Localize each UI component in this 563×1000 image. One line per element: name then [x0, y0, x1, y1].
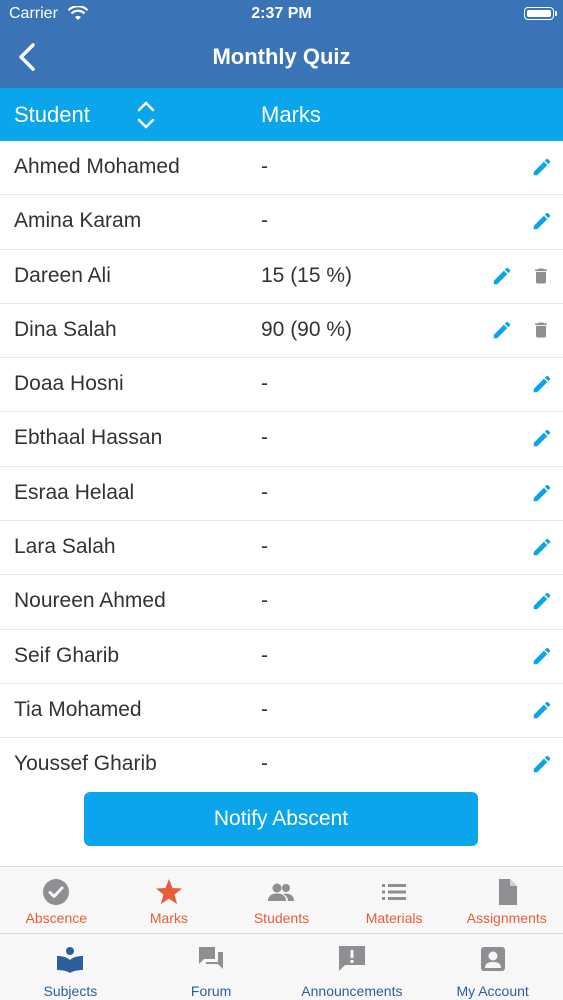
column-header-marks: Marks [261, 102, 321, 127]
tab-students[interactable]: Students [225, 867, 338, 933]
student-name: Ahmed Mohamed [14, 155, 180, 178]
star-icon [154, 877, 184, 907]
tab-abscence[interactable]: Abscence [0, 867, 113, 933]
table-row: Ebthaal Hassan - [0, 412, 563, 467]
edit-pencil-icon[interactable] [531, 427, 553, 449]
student-name: Ebthaal Hassan [14, 426, 163, 450]
table-row: Dareen Ali 15 (15 %) [0, 250, 563, 304]
tab-announcements[interactable]: Announcements [282, 934, 423, 1000]
table-row: Doaa Hosni - [0, 358, 563, 413]
student-list: Ahmed Mohamed - Amina Karam - Dareen Ali 15 (… [0, 141, 563, 793]
student-mark: - [261, 589, 268, 613]
chat-icon [196, 944, 226, 974]
student-mark: - [261, 155, 268, 178]
student-mark: - [261, 209, 268, 233]
tab-label: Students [253, 910, 310, 926]
table-row: Dina Salah 90 (90 %) [0, 304, 563, 359]
table-row: Amina Karam - [0, 195, 563, 250]
tab-label: Materials [365, 910, 423, 926]
people-icon [266, 877, 296, 907]
student-name: Seif Gharib [14, 643, 120, 667]
table-row: Lara Salah - [0, 521, 563, 576]
tab-label: Forum [190, 983, 232, 999]
table-header: Student Marks [0, 88, 563, 141]
book-icon [55, 944, 85, 974]
account-icon [478, 944, 508, 974]
page-title: Monthly Quiz [212, 44, 351, 69]
table-row: Seif Gharib - [0, 630, 563, 684]
student-mark: - [261, 372, 268, 396]
edit-pencil-icon[interactable] [531, 482, 553, 504]
tab-my-account[interactable]: My Account [422, 934, 563, 1000]
student-mark: - [261, 535, 268, 559]
delete-trash-icon[interactable] [531, 319, 551, 341]
student-name: Dina Salah [14, 317, 117, 341]
tab-materials[interactable]: Materials [338, 867, 451, 933]
delete-trash-icon[interactable] [531, 265, 551, 287]
table-row: Esraa Helaal - [0, 467, 563, 522]
student-mark: 90 (90 %) [261, 317, 353, 341]
edit-pencil-icon[interactable] [531, 645, 553, 667]
student-name: Youssef Gharib [14, 752, 157, 776]
table-row: Youssef Gharib - [0, 738, 563, 792]
edit-pencil-icon[interactable] [531, 156, 553, 178]
tab-label: Announcements [301, 983, 403, 999]
table-row: Ahmed Mohamed - [0, 141, 563, 196]
table-row: Noureen Ahmed - [0, 575, 563, 630]
check-circle-icon [41, 877, 71, 907]
status-bar: Carrier 2:37 PM [0, 0, 563, 30]
edit-pencil-icon[interactable] [531, 699, 553, 721]
student-name: Lara Salah [14, 535, 116, 559]
tab-label: Abscence [25, 910, 88, 926]
student-mark: - [261, 643, 268, 667]
student-name: Doaa Hosni [14, 372, 124, 396]
sort-icon[interactable] [136, 100, 156, 130]
navigation-bar: Carrier 2:37 PM Monthly Quiz [0, 0, 563, 88]
column-header-student[interactable]: Student [14, 102, 90, 128]
tab-label: My Account [456, 983, 529, 999]
student-mark: - [261, 426, 268, 450]
student-name: Esraa Helaal [14, 480, 135, 504]
student-mark: - [261, 697, 268, 721]
student-mark: - [261, 480, 268, 504]
tab-assignments[interactable]: Assignments [450, 867, 563, 933]
student-name: Dareen Ali [14, 263, 111, 287]
battery-icon [524, 7, 557, 20]
tab-marks[interactable]: Marks [113, 867, 226, 933]
student-name: Tia Mohamed [14, 697, 142, 721]
notify-absent-button[interactable]: Notify Abscent [84, 792, 478, 846]
edit-pencil-icon[interactable] [531, 373, 553, 395]
tab-label: Marks [149, 910, 188, 926]
tab-forum[interactable]: Forum [141, 934, 282, 1000]
edit-pencil-icon[interactable] [531, 210, 553, 232]
student-mark: 15 (15 %) [261, 263, 353, 287]
student-name: Amina Karam [14, 209, 142, 233]
alert-icon [337, 944, 367, 974]
status-time: 2:37 PM [251, 5, 312, 22]
tab-label: Subjects [43, 983, 98, 999]
edit-pencil-icon[interactable] [531, 536, 553, 558]
table-row: Tia Mohamed - [0, 684, 563, 739]
list-icon [379, 877, 409, 907]
edit-pencil-icon[interactable] [491, 265, 513, 287]
edit-pencil-icon[interactable] [491, 319, 513, 341]
tab-subjects[interactable]: Subjects [0, 934, 141, 1000]
main-tab-bar: Subjects Forum Announcements My Account [0, 933, 563, 1000]
tab-label: Assignments [466, 910, 547, 926]
student-name: Noureen Ahmed [14, 589, 166, 613]
edit-pencil-icon[interactable] [531, 590, 553, 612]
student-mark: - [261, 752, 268, 776]
edit-pencil-icon[interactable] [531, 753, 553, 775]
sub-tab-bar: Abscence Marks Students Materials Assignment… [0, 866, 563, 933]
document-icon [492, 877, 522, 907]
